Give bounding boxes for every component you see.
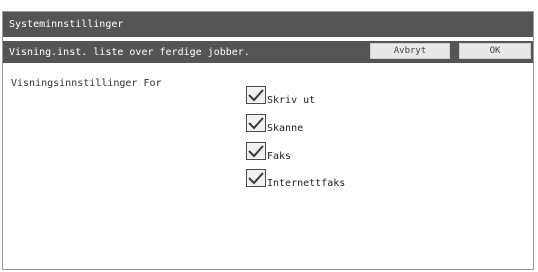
checkbox-checked-icon[interactable] xyxy=(246,86,266,104)
window-title: Systeminnstillinger xyxy=(9,19,124,30)
checkbox-checked-icon[interactable] xyxy=(246,142,266,160)
option-label: Skriv ut xyxy=(267,95,316,106)
option-print[interactable]: Skriv ut xyxy=(246,82,316,106)
checkbox-checked-icon[interactable] xyxy=(246,114,266,132)
cancel-button[interactable]: Avbryt xyxy=(370,43,450,59)
window-title-bar: Systeminnstillinger xyxy=(3,12,533,37)
ok-button[interactable]: OK xyxy=(459,43,531,59)
settings-window: Systeminnstillinger Visning.inst. liste … xyxy=(2,11,534,270)
option-internet-fax[interactable]: Internettfaks xyxy=(246,165,346,189)
checkbox-checked-icon[interactable] xyxy=(246,169,266,187)
option-scan[interactable]: Skanne xyxy=(246,110,304,134)
screen-title: Visning.inst. liste over ferdige jobber. xyxy=(9,46,250,58)
screen-header-bar: Visning.inst. liste over ferdige jobber.… xyxy=(3,41,533,63)
option-fax[interactable]: Faks xyxy=(246,138,292,162)
option-label: Faks xyxy=(267,151,292,162)
option-label: Internettfaks xyxy=(267,178,346,189)
option-label: Skanne xyxy=(267,123,304,134)
display-settings-label: Visningsinnstillinger For xyxy=(11,78,162,89)
